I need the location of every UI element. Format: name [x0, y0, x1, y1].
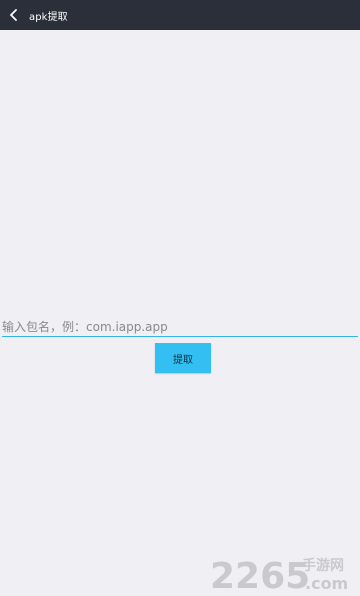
- extract-button[interactable]: 提取: [155, 343, 211, 373]
- watermark-cn-text: 手游网: [302, 557, 344, 574]
- watermark-domain-text: .com: [305, 574, 348, 593]
- package-input-wrapper: [0, 318, 360, 338]
- app-bar: apk提取: [0, 0, 360, 30]
- back-arrow-icon: [10, 9, 17, 21]
- watermark-number: 2265: [210, 556, 310, 594]
- package-name-input[interactable]: [2, 318, 358, 337]
- page-title: apk提取: [29, 11, 68, 23]
- back-button[interactable]: [2, 0, 26, 30]
- brand-watermark: 2265 手游网 .com: [210, 556, 348, 594]
